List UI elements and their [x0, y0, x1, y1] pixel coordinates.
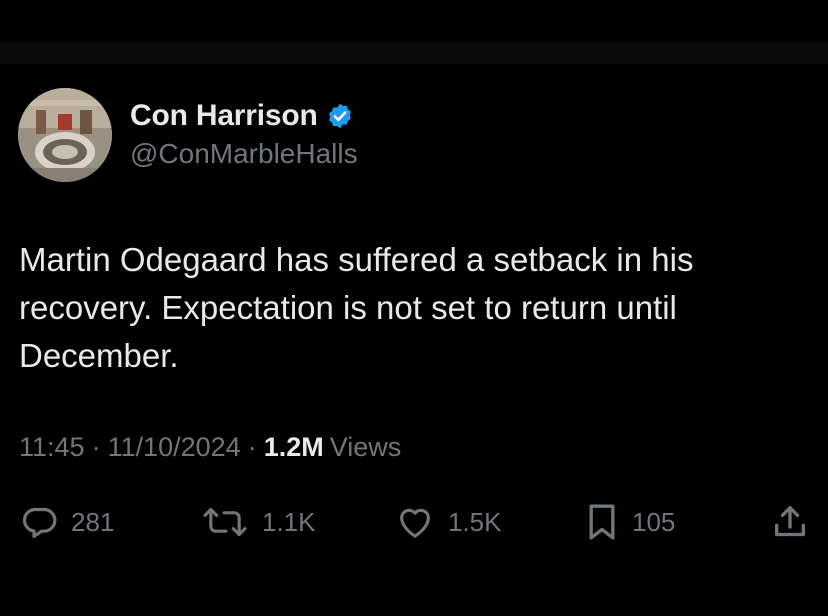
reply-count: 281: [71, 506, 115, 537]
avatar[interactable]: [18, 88, 112, 182]
tweet-date[interactable]: 11/10/2024: [108, 432, 241, 463]
meta-separator: ·: [247, 432, 257, 462]
retweet-count: 1.1K: [262, 506, 316, 537]
like-button[interactable]: 1.5K: [394, 500, 502, 544]
reply-button[interactable]: 281: [19, 500, 114, 544]
tweet-text: Martin Odegaard has suffered a setback i…: [19, 241, 703, 374]
share-icon: [770, 502, 810, 542]
display-name[interactable]: Con Harrison: [130, 99, 318, 133]
user-handle[interactable]: @ConMarbleHalls: [130, 138, 358, 170]
verified-badge-icon: [326, 102, 354, 130]
retweet-icon: [200, 502, 250, 542]
bookmark-button[interactable]: 105: [584, 500, 675, 544]
top-divider-strip: [0, 42, 828, 64]
meta-separator: ·: [91, 432, 101, 462]
reply-icon: [19, 502, 59, 542]
tweet-card: Con Harrison @ConMarbleHalls Martin Odeg…: [0, 64, 828, 616]
like-count: 1.5K: [448, 506, 502, 537]
tweet-time[interactable]: 11:45: [19, 432, 85, 463]
like-icon: [394, 502, 436, 542]
bookmark-icon: [584, 502, 620, 542]
bookmark-count: 105: [632, 506, 676, 537]
retweet-button[interactable]: 1.1K: [200, 500, 316, 544]
share-button[interactable]: [770, 500, 810, 544]
views-label: Views: [329, 432, 402, 462]
name-row: Con Harrison: [130, 96, 354, 136]
tweet-metadata: 11:45 · 11/10/2024 · 1.2M Views: [19, 432, 401, 463]
views-count: 1.2M: [263, 432, 324, 462]
action-bar: 281 1.1K 1.5K 105: [0, 500, 828, 544]
